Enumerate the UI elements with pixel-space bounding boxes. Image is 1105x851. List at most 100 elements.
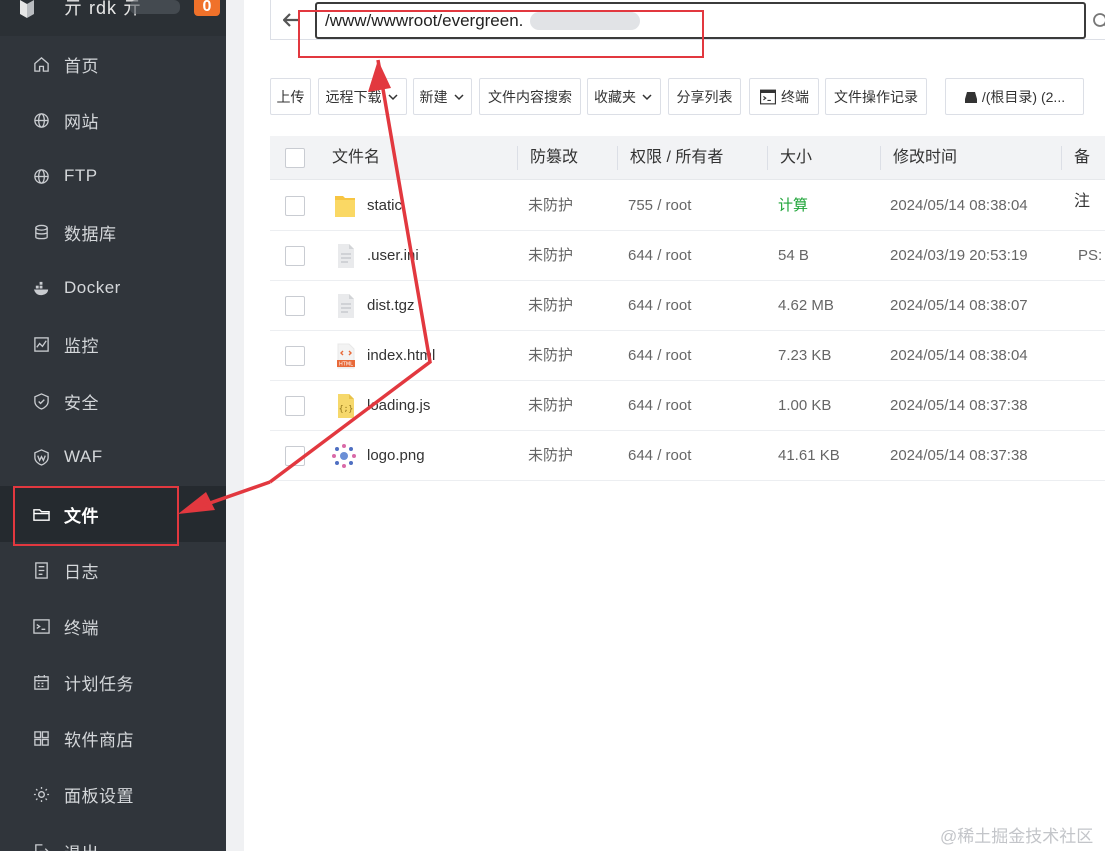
row-checkbox[interactable] <box>285 196 305 216</box>
file-name[interactable]: logo.png <box>367 431 425 481</box>
header-name[interactable]: 文件名 <box>332 136 380 180</box>
sidebar-item-app-store[interactable]: 软件商店 <box>0 710 226 766</box>
protect-status[interactable]: 未防护 <box>528 381 573 431</box>
row-checkbox[interactable] <box>285 396 305 416</box>
table-row[interactable]: dist.tgz 未防护 644 / root 4.62 MB 2024/05/… <box>270 281 1105 331</box>
sidebar-item-terminal[interactable]: 终端 <box>0 598 226 654</box>
header-protect[interactable]: 防篡改 <box>530 136 578 180</box>
back-button[interactable] <box>278 9 304 31</box>
gear-icon <box>32 785 50 803</box>
select-all-checkbox[interactable] <box>285 148 305 168</box>
sidebar-item-files[interactable]: 文件 <box>0 486 226 542</box>
sidebar-item-home[interactable]: 首页 <box>0 36 226 92</box>
sidebar-item-security[interactable]: 安全 <box>0 373 226 429</box>
calculate-size-link[interactable]: 计算 <box>778 181 808 231</box>
folder-icon <box>32 505 50 523</box>
panel-logo-icon <box>20 0 34 18</box>
remote-download-label: 远程下载 <box>325 88 382 105</box>
file-name[interactable]: dist.tgz <box>367 281 415 331</box>
op-log-label: 文件操作记录 <box>834 88 918 105</box>
protect-status[interactable]: 未防护 <box>528 231 573 281</box>
sidebar-item-label: 终端 <box>64 618 99 638</box>
waf-shield-icon <box>32 448 50 466</box>
sidebar-item-label: 监控 <box>64 336 99 356</box>
sidebar-item-cron[interactable]: 计划任务 <box>0 654 226 710</box>
favorites-button[interactable]: 收藏夹 <box>587 78 661 115</box>
op-log-button[interactable]: 文件操作记录 <box>825 78 927 115</box>
permission[interactable]: 755 / root <box>628 181 691 231</box>
row-checkbox[interactable] <box>285 446 305 466</box>
sidebar-header: 亓 rdk 亓 0 <box>0 0 226 36</box>
svg-text:{;}: {;} <box>339 404 353 413</box>
file-name[interactable]: .user.ini <box>367 231 419 281</box>
file-size: 41.61 KB <box>778 447 840 464</box>
file-name[interactable]: loading.js <box>367 381 430 431</box>
table-row[interactable]: logo.png 未防护 644 / root 41.61 KB 2024/05… <box>270 431 1105 481</box>
upload-button[interactable]: 上传 <box>270 78 311 115</box>
root-dir-button[interactable]: /(根目录) (2... <box>945 78 1084 115</box>
image-file-icon <box>332 444 356 468</box>
file-size: 54 B <box>778 247 809 264</box>
permission[interactable]: 644 / root <box>628 331 691 381</box>
logout-icon <box>32 842 50 851</box>
sidebar-item-logout[interactable]: 退出 <box>0 823 226 851</box>
content-gutter <box>226 0 244 851</box>
ftp-globe-icon <box>32 167 50 185</box>
file-note[interactable]: PS: <box>1078 231 1102 281</box>
file-name[interactable]: index.html <box>367 331 435 381</box>
blurred-region <box>130 0 180 14</box>
table-row[interactable]: HTML index.html 未防护 644 / root 7.23 KB 2… <box>270 331 1105 381</box>
header-note[interactable]: 备注 <box>1074 136 1105 210</box>
content-search-button[interactable]: 文件内容搜索 <box>479 78 581 115</box>
new-button[interactable]: 新建 <box>413 78 472 115</box>
file-icon <box>338 244 354 268</box>
sidebar-item-label: WAF <box>64 447 103 466</box>
sidebar-item-settings[interactable]: 面板设置 <box>0 766 226 822</box>
permission[interactable]: 644 / root <box>628 431 691 481</box>
sidebar-item-logs[interactable]: 日志 <box>0 542 226 598</box>
file-name[interactable]: static <box>367 181 402 231</box>
protect-status[interactable]: 未防护 <box>528 431 573 481</box>
modified-time: 2024/05/14 08:38:07 <box>890 297 1028 314</box>
header-perm[interactable]: 权限 / 所有者 <box>630 136 723 180</box>
log-icon <box>32 561 50 579</box>
permission[interactable]: 644 / root <box>628 381 691 431</box>
sidebar-item-monitor[interactable]: 监控 <box>0 316 226 372</box>
remote-download-button[interactable]: 远程下载 <box>318 78 407 115</box>
sidebar-item-label: 网站 <box>64 112 99 132</box>
sidebar-item-docker[interactable]: Docker <box>0 260 226 316</box>
sidebar-item-label: 日志 <box>64 562 99 582</box>
sidebar-item-website[interactable]: 网站 <box>0 92 226 148</box>
notification-badge[interactable]: 0 <box>194 0 220 16</box>
column-divider <box>880 146 881 170</box>
file-table-header: 文件名 防篡改 权限 / 所有者 大小 修改时间 备注 <box>270 136 1105 210</box>
share-list-button[interactable]: 分享列表 <box>668 78 741 115</box>
sidebar-item-ftp[interactable]: FTP <box>0 148 226 204</box>
sidebar-item-database[interactable]: 数据库 <box>0 204 226 260</box>
sidebar-item-label: 数据库 <box>64 224 117 244</box>
table-row[interactable]: static 未防护 755 / root 计算 2024/05/14 08:3… <box>270 181 1105 231</box>
upload-label: 上传 <box>276 88 305 105</box>
row-checkbox[interactable] <box>285 346 305 366</box>
table-row[interactable]: .user.ini 未防护 644 / root 54 B 2024/03/19… <box>270 231 1105 281</box>
permission[interactable]: 644 / root <box>628 231 691 281</box>
column-divider <box>617 146 618 170</box>
header-size[interactable]: 大小 <box>780 136 812 180</box>
permission[interactable]: 644 / root <box>628 281 691 331</box>
sidebar-item-label: FTP <box>64 166 98 185</box>
row-checkbox[interactable] <box>285 296 305 316</box>
protect-status[interactable]: 未防护 <box>528 281 573 331</box>
protect-status[interactable]: 未防护 <box>528 181 573 231</box>
terminal-button[interactable]: 终端 <box>749 78 819 115</box>
path-input[interactable] <box>315 2 1086 39</box>
sidebar-item-label: 安全 <box>64 393 99 413</box>
modified-time: 2024/03/19 20:53:19 <box>890 247 1028 264</box>
protect-status[interactable]: 未防护 <box>528 331 573 381</box>
table-row[interactable]: {;} loading.js 未防护 644 / root 1.00 KB 20… <box>270 381 1105 431</box>
header-mtime[interactable]: 修改时间 <box>893 136 957 180</box>
search-icon[interactable] <box>1092 12 1105 30</box>
sidebar-item-label: 文件 <box>64 506 99 526</box>
row-checkbox[interactable] <box>285 246 305 266</box>
sidebar-item-waf[interactable]: WAF <box>0 429 226 485</box>
modified-time: 2024/05/14 08:37:38 <box>890 397 1028 414</box>
